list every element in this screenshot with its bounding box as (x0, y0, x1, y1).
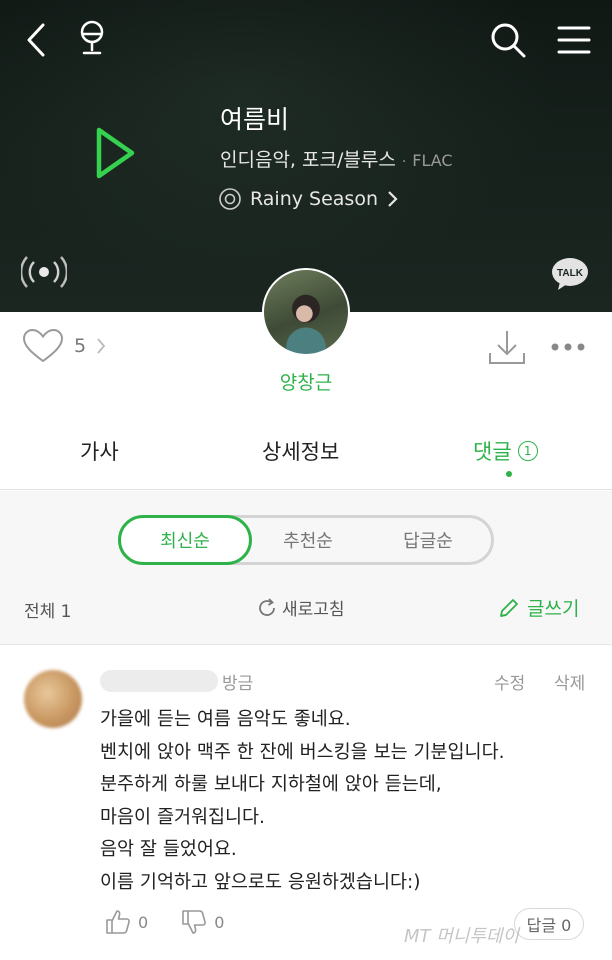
comments-controls: 최신순 추천순 답글순 전체 1 새로고침 글쓰기 (0, 491, 612, 645)
meta-separator: · (401, 154, 407, 170)
write-comment-button[interactable]: 글쓰기 (497, 594, 579, 621)
tab-comments-label: 댓글 (473, 440, 512, 464)
tab-comments[interactable]: 댓글 1 (473, 436, 538, 466)
album-name: Rainy Season (250, 188, 378, 210)
heart-icon (22, 328, 64, 363)
album-link[interactable]: Rainy Season (218, 187, 398, 211)
refresh-button[interactable]: 새로고침 (256, 595, 345, 620)
disc-icon (219, 188, 241, 210)
like-count: 5 (74, 335, 87, 357)
song-meta: 인디음악, 포크/블루스 · FLAC (220, 145, 453, 172)
thumbs-down-icon[interactable] (180, 908, 208, 936)
comment-line: 벤치에 앉아 맥주 한 잔에 버스킹을 보는 기분입니다. (100, 741, 505, 763)
chevron-right-icon (97, 338, 106, 354)
sort-recommended[interactable]: 추천순 (253, 515, 363, 565)
artist-avatar[interactable] (262, 268, 350, 356)
broadcast-icon[interactable] (20, 252, 68, 292)
chevron-right-icon (388, 191, 398, 207)
delete-comment-button[interactable]: 삭제 (554, 669, 585, 694)
tab-lyrics[interactable]: 가사 (80, 436, 119, 466)
comment-line: 마음이 즐거워집니다. (100, 806, 265, 828)
comment-item: 방금 수정 삭제 가을에 듣는 여름 음악도 좋네요. 벤치에 앉아 맥주 한 … (0, 646, 612, 960)
back-icon[interactable] (20, 20, 52, 60)
comment-body: 가을에 듣는 여름 음악도 좋네요. 벤치에 앉아 맥주 한 잔에 버스킹을 보… (100, 704, 600, 899)
write-label: 글쓰기 (527, 598, 580, 620)
edit-comment-button[interactable]: 수정 (494, 669, 525, 694)
refresh-icon (259, 597, 275, 616)
news-watermark: MT 머니투데이 (404, 926, 520, 947)
comment-line: 가을에 듣는 여름 음악도 좋네요. (100, 709, 351, 730)
talk-label: TALK (557, 268, 584, 279)
like-button[interactable]: 5 (22, 328, 106, 364)
play-icon[interactable] (88, 122, 142, 184)
upvote-count: 0 (138, 912, 149, 932)
tab-bar: 가사 상세정보 댓글 1 (0, 420, 612, 490)
comment-total: 전체 1 (24, 602, 72, 622)
sort-segmented-control: 최신순 추천순 답글순 (118, 515, 494, 565)
comment-reactions: 0 0 (104, 908, 224, 936)
pencil-icon (500, 598, 518, 617)
comment-time: 방금 (222, 674, 254, 694)
menu-icon[interactable] (554, 22, 594, 58)
comment-line: 분주하게 하룰 보내다 지하철에 앉아 듣는데, (100, 774, 442, 795)
song-genre: 인디음악, 포크/블루스 (220, 149, 396, 171)
comment-line: 음악 잘 들었어요. (100, 839, 237, 860)
reply-button[interactable]: 답글 0 (514, 908, 584, 940)
more-options-icon[interactable] (549, 337, 587, 357)
microphone-icon[interactable] (74, 18, 110, 60)
comment-line: 이름 기억하고 앞으로도 응원하겠습니다:) (100, 871, 421, 893)
sort-replies[interactable]: 답글순 (365, 515, 491, 565)
tab-details[interactable]: 상세정보 (262, 436, 339, 466)
commenter-name-redacted (100, 670, 218, 692)
downvote-count: 0 (214, 912, 225, 932)
player-header: 여름비 인디음악, 포크/블루스 · FLAC Rainy Season TALK (0, 0, 612, 312)
thumbs-up-icon[interactable] (104, 908, 132, 936)
search-icon[interactable] (488, 20, 528, 60)
comment-count-badge: 1 (517, 441, 538, 461)
artist-name[interactable]: 양창근 (0, 368, 612, 395)
refresh-label: 새로고침 (282, 600, 345, 620)
commenter-avatar[interactable] (24, 670, 82, 728)
kakaotalk-share-icon[interactable]: TALK (548, 254, 592, 294)
sort-latest[interactable]: 최신순 (118, 515, 252, 565)
active-tab-indicator (506, 471, 512, 477)
download-icon[interactable] (486, 326, 528, 368)
song-title: 여름비 (220, 105, 290, 134)
song-format: FLAC (412, 151, 453, 170)
